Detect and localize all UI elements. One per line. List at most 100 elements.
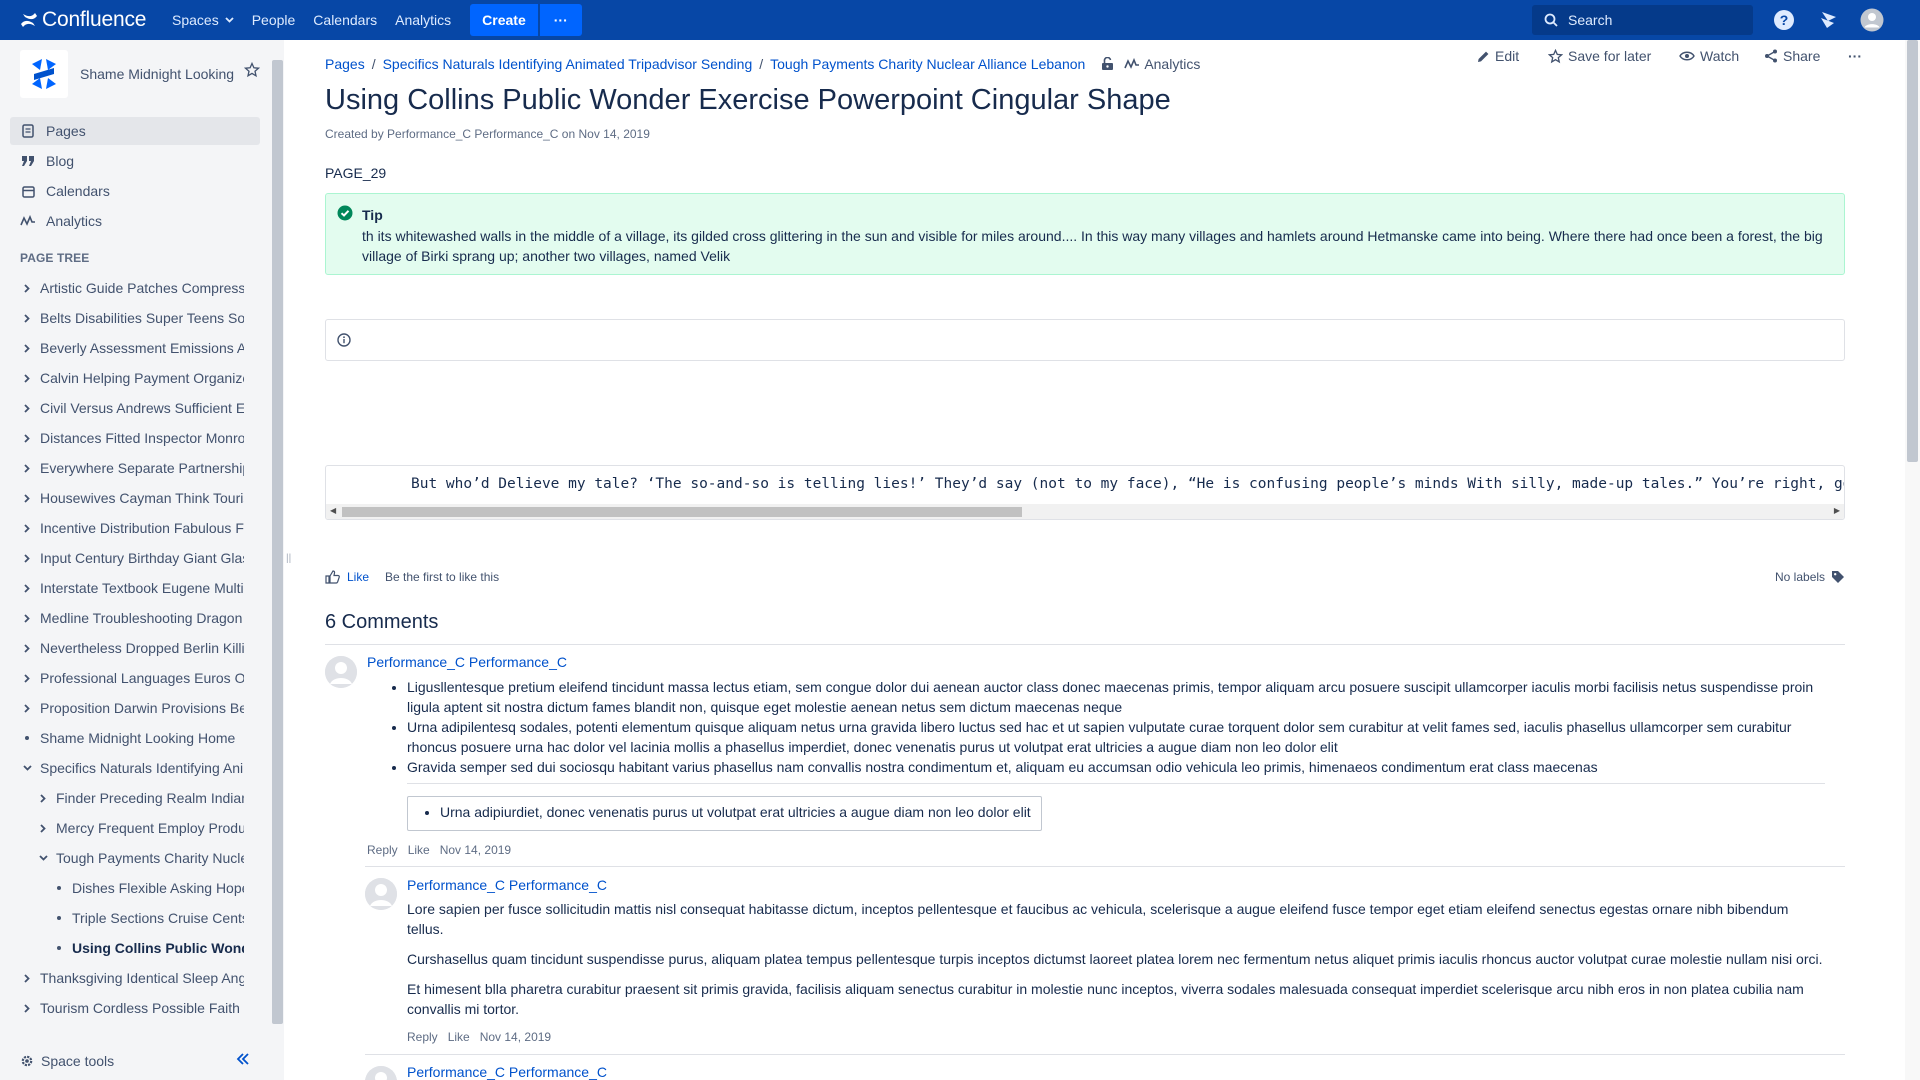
comment-author[interactable]: Performance_C Performance_C [367, 654, 567, 670]
page-tree-item[interactable]: Input Century Birthday Giant Glass [20, 546, 244, 570]
star-icon[interactable] [243, 61, 261, 81]
comment-reply-link[interactable]: Reply [367, 843, 398, 857]
avatar[interactable] [365, 1066, 397, 1080]
watch-button[interactable]: Watch [1679, 48, 1739, 64]
chevron-right-icon[interactable] [20, 673, 34, 683]
calendars-link[interactable]: Calendars [309, 6, 381, 34]
page-tree-item[interactable]: Artistic Guide Patches Compressed [20, 276, 244, 300]
sidebar-scrollbar-thumb[interactable] [272, 60, 283, 1024]
byline-author[interactable]: Performance_C Performance_C [387, 127, 558, 141]
page-tree-item[interactable]: Distances Fitted Inspector Monroe [20, 426, 244, 450]
restrictions-lock-icon[interactable] [1101, 57, 1114, 71]
analytics-link[interactable]: Analytics [391, 6, 455, 34]
search-box[interactable] [1532, 5, 1753, 35]
chevron-right-icon[interactable] [20, 583, 34, 593]
confluence-logo[interactable]: Confluence [0, 8, 158, 32]
page-tree-item[interactable]: Professional Languages Euros Open [20, 666, 244, 690]
comment-author[interactable]: Performance_C Performance_C [407, 877, 607, 893]
resize-handle-icon[interactable]: || [286, 553, 291, 564]
breadcrumb-parent[interactable]: Specifics Naturals Identifying Animated … [383, 56, 753, 72]
page-tree-item[interactable]: Civil Versus Andrews Sufficient Era [20, 396, 244, 420]
page-tree-item[interactable]: Everywhere Separate Partnerships [20, 456, 244, 480]
sidebar-item-blog[interactable]: Blog [10, 147, 260, 175]
space-name[interactable]: Shame Midnight Looking [80, 66, 240, 82]
code-horizontal-scrollbar[interactable]: ◀ ▶ [326, 504, 1844, 519]
share-button[interactable]: Share [1764, 48, 1820, 64]
chevron-right-icon[interactable] [20, 403, 34, 413]
create-more-button[interactable]: ··· [539, 4, 582, 36]
like-button[interactable]: Like [325, 570, 369, 584]
comment-reply-link[interactable]: Reply [407, 1030, 438, 1044]
chevron-down-icon[interactable] [36, 855, 50, 861]
space-tools-button[interactable]: Space tools [0, 1042, 272, 1080]
save-for-later-button[interactable]: Save for later [1548, 48, 1651, 64]
page-tree-item[interactable]: Shame Midnight Looking Home [20, 726, 244, 750]
chevron-right-icon[interactable] [20, 283, 34, 293]
chevron-right-icon[interactable] [20, 643, 34, 653]
space-header[interactable]: Shame Midnight Looking [20, 50, 240, 98]
page-tree-item[interactable]: Incentive Distribution Fabulous Fit [20, 516, 244, 540]
code-scrollbar-thumb[interactable] [342, 507, 1022, 517]
help-icon[interactable]: ? [1772, 8, 1796, 32]
page-tree-item[interactable]: Proposition Darwin Provisions Best [20, 696, 244, 720]
sidebar-item-calendars[interactable]: Calendars [10, 177, 260, 205]
page-tree-item[interactable]: Nevertheless Dropped Berlin Killing [20, 636, 244, 660]
chevron-right-icon[interactable] [20, 493, 34, 503]
breadcrumb-current-parent[interactable]: Tough Payments Charity Nuclear Alliance … [770, 56, 1085, 72]
page-tree-item[interactable]: Using Collins Public Wonder [52, 936, 244, 960]
page-tree-item[interactable]: Housewives Cayman Think Tourism [20, 486, 244, 510]
page-tree-item[interactable]: Triple Sections Cruise Cents [52, 906, 244, 930]
chevron-right-icon[interactable] [20, 373, 34, 383]
comment-like-link[interactable]: Like [408, 843, 430, 857]
page-tree-item[interactable]: Tough Payments Charity Nuclear [36, 846, 244, 870]
more-actions-button[interactable]: ··· [1848, 48, 1862, 64]
page-tree-item[interactable]: Specifics Naturals Identifying Animated [20, 756, 244, 780]
page-tree-item[interactable]: Dishes Flexible Asking Hopefully [52, 876, 244, 900]
search-input[interactable] [1568, 12, 1738, 28]
page-tree-item[interactable]: Tourism Cordless Possible Faith Co [20, 996, 244, 1020]
page-tree-item[interactable]: Mercy Frequent Employ Products [36, 816, 244, 840]
page-tree-item[interactable]: Calvin Helping Payment Organize [20, 366, 244, 390]
comment-like-link[interactable]: Like [448, 1030, 470, 1044]
chevron-right-icon[interactable] [36, 793, 50, 803]
chevron-down-icon[interactable] [20, 765, 34, 771]
chevron-right-icon[interactable] [20, 313, 34, 323]
chevron-right-icon[interactable] [20, 343, 34, 353]
profile-avatar-icon[interactable] [1860, 8, 1884, 32]
avatar[interactable] [365, 878, 397, 910]
sidebar-item-analytics[interactable]: Analytics [10, 207, 260, 235]
avatar[interactable] [325, 656, 357, 688]
page-tree-item[interactable]: Belts Disabilities Super Teens Solar [20, 306, 244, 330]
chevron-right-icon[interactable] [20, 613, 34, 623]
collapse-sidebar-icon[interactable] [236, 1052, 250, 1068]
code-block[interactable]: But who’d Delieve my tale? ‘The so-and-s… [325, 465, 1845, 520]
chevron-right-icon[interactable] [20, 553, 34, 563]
page-tree-item[interactable]: Medline Troubleshooting Dragon Inn [20, 606, 244, 630]
chevron-right-icon[interactable] [20, 1003, 34, 1013]
page-tree-item[interactable]: Finder Preceding Realm Indiana [36, 786, 244, 810]
chevron-right-icon[interactable] [20, 463, 34, 473]
comment-date[interactable]: Nov 14, 2019 [440, 843, 511, 857]
sidebar-item-pages[interactable]: Pages [10, 117, 260, 145]
edit-button[interactable]: Edit [1477, 48, 1519, 64]
people-link[interactable]: People [248, 6, 300, 34]
chevron-right-icon[interactable] [20, 523, 34, 533]
chevron-right-icon[interactable] [20, 703, 34, 713]
page-scrollbar-thumb[interactable] [1907, 40, 1918, 462]
page-tree-item[interactable]: Interstate Textbook Eugene Multiple [20, 576, 244, 600]
comment-date[interactable]: Nov 14, 2019 [480, 1030, 551, 1044]
scroll-right-icon[interactable]: ▶ [1834, 506, 1840, 515]
breadcrumb-pages[interactable]: Pages [325, 56, 365, 72]
chevron-right-icon[interactable] [20, 433, 34, 443]
page-tree-item[interactable]: Thanksgiving Identical Sleep Angel [20, 966, 244, 990]
comment-author[interactable]: Performance_C Performance_C [407, 1064, 607, 1080]
notifications-icon[interactable] [1816, 8, 1840, 32]
chevron-right-icon[interactable] [36, 823, 50, 833]
spaces-menu[interactable]: Spaces [168, 6, 238, 34]
labels-area[interactable]: No labels [1775, 570, 1845, 584]
scroll-left-icon[interactable]: ◀ [330, 506, 336, 515]
page-analytics-link[interactable]: Analytics [1124, 56, 1200, 72]
create-button[interactable]: Create [470, 4, 538, 36]
page-tree-item[interactable]: Beverly Assessment Emissions Arts [20, 336, 244, 360]
chevron-right-icon[interactable] [20, 973, 34, 983]
